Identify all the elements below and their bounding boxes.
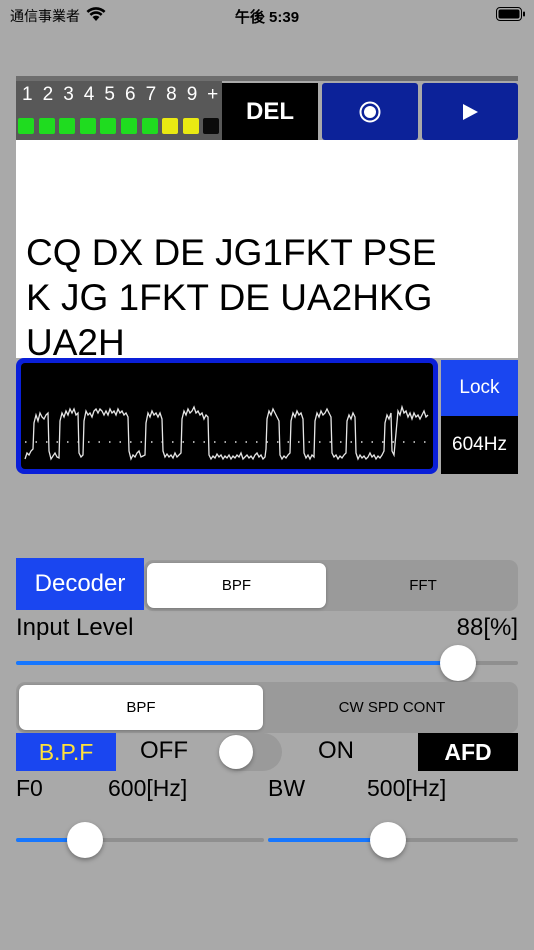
input-level-fill xyxy=(16,661,458,665)
meter-led-yellow xyxy=(182,118,199,134)
clock: 午後 5:39 xyxy=(234,9,300,26)
f0-value: 600[Hz] xyxy=(108,775,188,801)
meter-led-green xyxy=(100,118,117,134)
meter-led-green xyxy=(59,118,76,134)
tab-bpf[interactable]: BPF xyxy=(19,685,263,730)
meter-label: 8 xyxy=(166,84,177,105)
meter-led-green xyxy=(38,118,55,134)
segment-bpf[interactable]: BPF xyxy=(147,563,326,608)
meter-label: 4 xyxy=(83,84,95,105)
input-level-label: Input Level xyxy=(16,614,134,641)
tab-cw-spd-cont[interactable]: CW SPD CONT xyxy=(268,685,516,730)
bpf-label: B.P.F xyxy=(16,733,116,771)
input-level-slider-thumb[interactable] xyxy=(439,645,476,681)
meter-label: 6 xyxy=(124,84,136,105)
meter-label: 1 xyxy=(22,84,33,105)
play-button[interactable] xyxy=(422,83,518,140)
lock-button[interactable]: Lock xyxy=(441,360,518,416)
delete-button[interactable]: DEL xyxy=(222,83,318,140)
play-icon xyxy=(463,103,478,120)
afd-button[interactable]: AFD xyxy=(418,733,518,771)
meter-label: 9 xyxy=(186,84,198,105)
bw-label: BW xyxy=(268,775,306,801)
meter-label: 7 xyxy=(145,84,157,105)
meter-led-off xyxy=(203,118,220,134)
meter-led-green xyxy=(18,118,34,134)
signal-meter-scale: 1 2 3 4 5 6 7 8 9 + xyxy=(17,84,223,108)
waveform-display xyxy=(21,363,433,469)
meter-led-green xyxy=(121,118,137,134)
bw-value: 500[Hz] xyxy=(367,775,447,801)
frequency-readout: 604Hz xyxy=(441,416,518,474)
bpf-toggle-knob[interactable] xyxy=(219,735,253,769)
battery-icon xyxy=(496,7,525,21)
decoder-label: Decoder xyxy=(16,558,144,610)
meter-led-yellow xyxy=(162,118,179,134)
decoded-line: CQ DX DE JG1FKT PSE xyxy=(26,232,437,273)
meter-label: 3 xyxy=(63,84,74,105)
f0-label: F0 xyxy=(16,775,43,801)
waveform-trace xyxy=(24,404,429,461)
meter-label: 5 xyxy=(104,84,115,105)
meter-led-green xyxy=(79,118,96,134)
decoded-text: CQ DX DE JG1FKT PSE K JG 1FKT DE UA2HKG … xyxy=(26,230,516,365)
input-level-value: 88[%] xyxy=(456,614,518,641)
record-button[interactable] xyxy=(322,83,418,140)
meter-label: 2 xyxy=(42,84,54,105)
bpf-off-label: OFF xyxy=(140,737,188,764)
record-icon xyxy=(359,101,381,122)
f0-slider-thumb[interactable] xyxy=(67,822,104,858)
bpf-on-label: ON xyxy=(318,737,354,764)
decoded-line: K JG 1FKT DE UA2HKG xyxy=(26,277,433,318)
meter-label: + xyxy=(207,84,219,105)
segment-fft[interactable]: FFT xyxy=(330,563,516,608)
meter-led-green xyxy=(141,118,158,134)
bw-slider-thumb[interactable] xyxy=(370,822,406,858)
